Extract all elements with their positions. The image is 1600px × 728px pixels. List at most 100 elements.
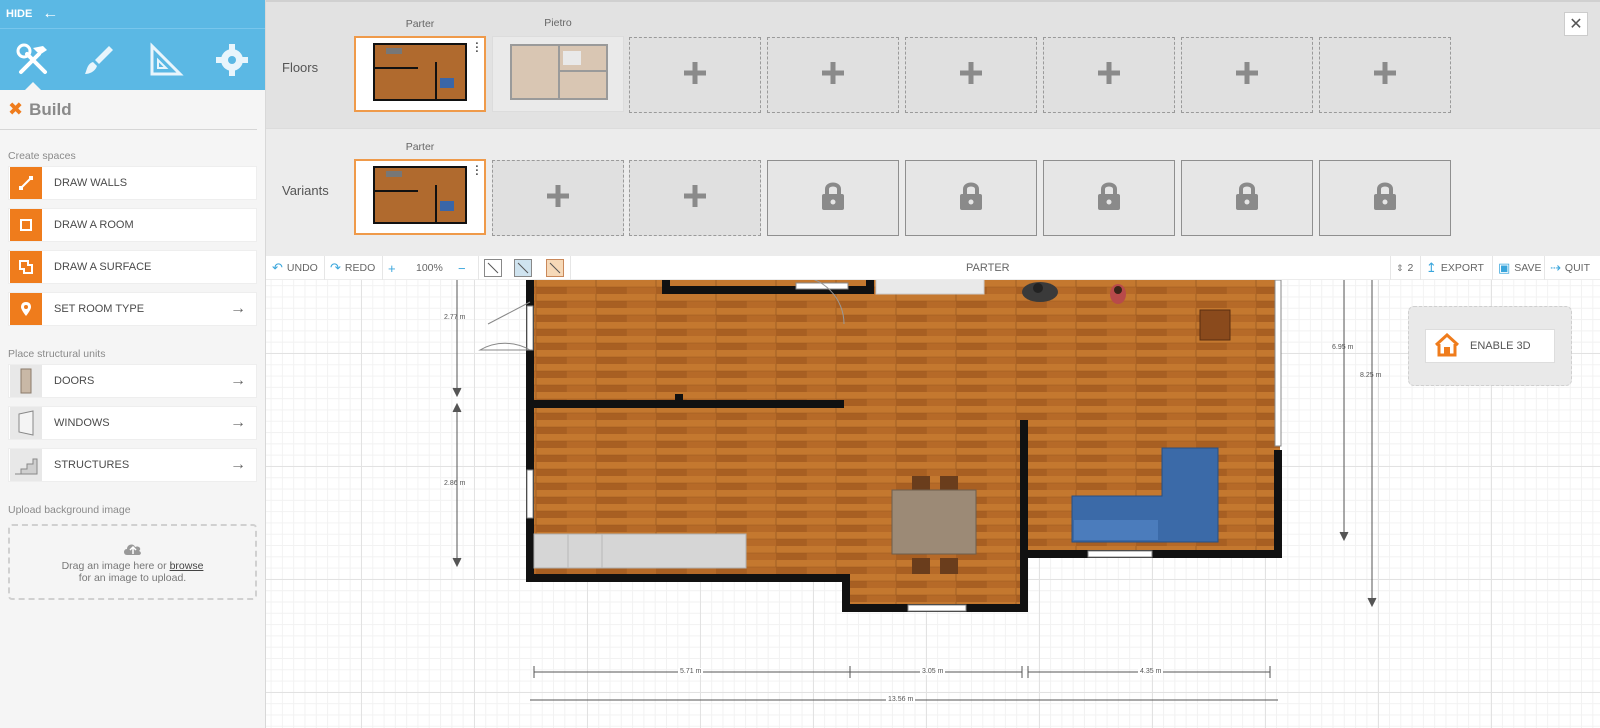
add-floor-button[interactable] <box>1043 37 1175 113</box>
close-panel-button[interactable]: ✕ <box>1564 12 1588 36</box>
redo-icon: ↷ <box>330 260 341 275</box>
diagonal-icon <box>517 262 529 274</box>
undo-label: UNDO <box>286 262 318 274</box>
draw-walls-button[interactable]: DRAW WALLS <box>8 166 257 200</box>
variants-row: Variants Parter · · · <box>266 128 1600 256</box>
view-mode-texture-button[interactable] <box>546 259 564 277</box>
floors-variants-panel: Floors Parter · · · Pietro Variants Part… <box>266 0 1600 256</box>
floor-caption: Pietro <box>544 17 572 29</box>
add-floor-button[interactable] <box>767 37 899 113</box>
zoom-in-button[interactable]: + <box>388 256 396 280</box>
floorplan-canvas[interactable]: 2.77 m 2.86 m 6.95 m 8.25 m 5.71 m 3.05 … <box>266 280 1600 728</box>
gear-icon <box>215 43 248 76</box>
structures-button[interactable]: STRUCTURES → <box>8 448 257 482</box>
add-floor-button[interactable] <box>629 37 761 113</box>
more-vertical-icon[interactable]: · · · <box>475 162 479 181</box>
sidebar: HIDE ← ✖ Build Create spaces DRAW WALLS … <box>0 0 266 728</box>
floor-caption: Parter <box>405 18 435 30</box>
more-vertical-icon[interactable]: · · · <box>475 39 479 58</box>
enable-3d-button[interactable]: ENABLE 3D <box>1425 329 1555 363</box>
tab-paint[interactable] <box>66 29 132 90</box>
divider <box>478 256 479 280</box>
locked-variant-slot <box>1319 160 1451 236</box>
quit-icon: ⇢ <box>1550 260 1561 275</box>
save-icon: ▣ <box>1498 260 1511 275</box>
variant-caption: Parter <box>405 141 435 153</box>
add-variant-button[interactable] <box>629 160 761 236</box>
lock-icon <box>1372 180 1398 217</box>
locked-variant-slot <box>1181 160 1313 236</box>
view-mode-fill-button[interactable] <box>514 259 532 277</box>
hide-sidebar-button[interactable]: HIDE ← <box>0 0 265 28</box>
arrow-right-icon: → <box>230 456 246 473</box>
divider <box>1420 256 1421 280</box>
diagonal-icon <box>549 262 561 274</box>
variant-thumb-parter[interactable]: Parter · · · <box>354 141 486 235</box>
set-room-type-button[interactable]: SET ROOM TYPE → <box>8 292 257 326</box>
draw-surface-label: DRAW A SURFACE <box>54 261 152 273</box>
set-room-type-label: SET ROOM TYPE <box>54 303 145 315</box>
structures-label: STRUCTURES <box>54 459 130 471</box>
panel-header: ✖ Build <box>0 90 257 130</box>
dim-label: 2.77 m <box>444 314 466 321</box>
divider <box>570 256 571 280</box>
add-floor-button[interactable] <box>1181 37 1313 113</box>
upload-text-2: for an image to upload. <box>78 571 187 584</box>
upload-text-1: Drag an image here or <box>61 559 167 572</box>
triangle-ruler-icon <box>150 41 184 75</box>
floor-thumb-parter[interactable]: Parter · · · <box>354 18 486 112</box>
undo-button[interactable]: ↶ UNDO <box>272 256 318 280</box>
plus-icon <box>1096 60 1122 91</box>
lock-icon <box>958 180 984 217</box>
divider <box>324 256 325 280</box>
dim-label: 13.56 m <box>886 696 916 703</box>
chair <box>912 558 930 574</box>
redo-label: REDO <box>344 262 376 274</box>
zoom-level: 100% <box>416 256 443 280</box>
export-button[interactable]: ↥ EXPORT <box>1426 256 1484 280</box>
upload-label: Upload background image <box>8 504 131 516</box>
dining-table <box>891 489 977 555</box>
plus-icon <box>682 183 708 214</box>
browse-link[interactable]: browse <box>170 560 204 572</box>
tab-measure[interactable] <box>133 29 199 90</box>
redo-button[interactable]: ↷ REDO <box>330 256 375 280</box>
locked-variant-slot <box>767 160 899 236</box>
add-variant-button[interactable] <box>492 160 624 236</box>
place-units-label: Place structural units <box>8 348 106 360</box>
save-button[interactable]: ▣ SAVE <box>1498 256 1542 280</box>
add-floor-button[interactable] <box>905 37 1037 113</box>
quit-button[interactable]: ⇢ QUIT <box>1550 256 1590 280</box>
floors-row: Floors Parter · · · Pietro <box>266 2 1600 130</box>
minus-icon: − <box>458 260 466 276</box>
view-mode-lines-button[interactable] <box>484 259 502 277</box>
editor-toolbar: ↶ UNDO ↷ REDO + 100% − PARTER ⇕ 2 ↥ EXPO… <box>266 256 1600 280</box>
plus-icon <box>682 60 708 91</box>
lock-icon <box>820 180 846 217</box>
upload-dropzone[interactable]: Drag an image here or browse for an imag… <box>8 524 257 600</box>
draw-surface-button[interactable]: DRAW A SURFACE <box>8 250 257 284</box>
tab-settings[interactable] <box>199 29 265 90</box>
windows-button[interactable]: WINDOWS → <box>8 406 257 440</box>
undo-icon: ↶ <box>272 260 283 275</box>
tab-build[interactable] <box>0 29 66 90</box>
draw-room-button[interactable]: DRAW A ROOM <box>8 208 257 242</box>
stepper-value: 2 <box>1407 262 1414 274</box>
enable-3d-panel: ENABLE 3D <box>1408 306 1572 386</box>
dim-label: 8.25 m <box>1360 372 1382 379</box>
floor-stepper[interactable]: ⇕ 2 <box>1396 256 1413 280</box>
zoom-out-button[interactable]: − <box>458 256 466 280</box>
hide-label: HIDE <box>6 8 33 20</box>
arrow-right-icon: → <box>230 414 246 431</box>
current-floor-name: PARTER <box>966 262 1010 274</box>
zoom-value: 100% <box>416 262 443 274</box>
floor-thumb-pietro[interactable]: Pietro <box>492 17 624 112</box>
armchair <box>1199 309 1231 341</box>
cloud-upload-icon <box>122 541 144 560</box>
add-floor-button[interactable] <box>1319 37 1451 113</box>
doors-button[interactable]: DOORS → <box>8 364 257 398</box>
export-label: EXPORT <box>1440 262 1484 274</box>
dim-label: 2.86 m <box>444 480 466 487</box>
close-icon: ✕ <box>1569 16 1583 33</box>
export-icon: ↥ <box>1426 260 1437 275</box>
